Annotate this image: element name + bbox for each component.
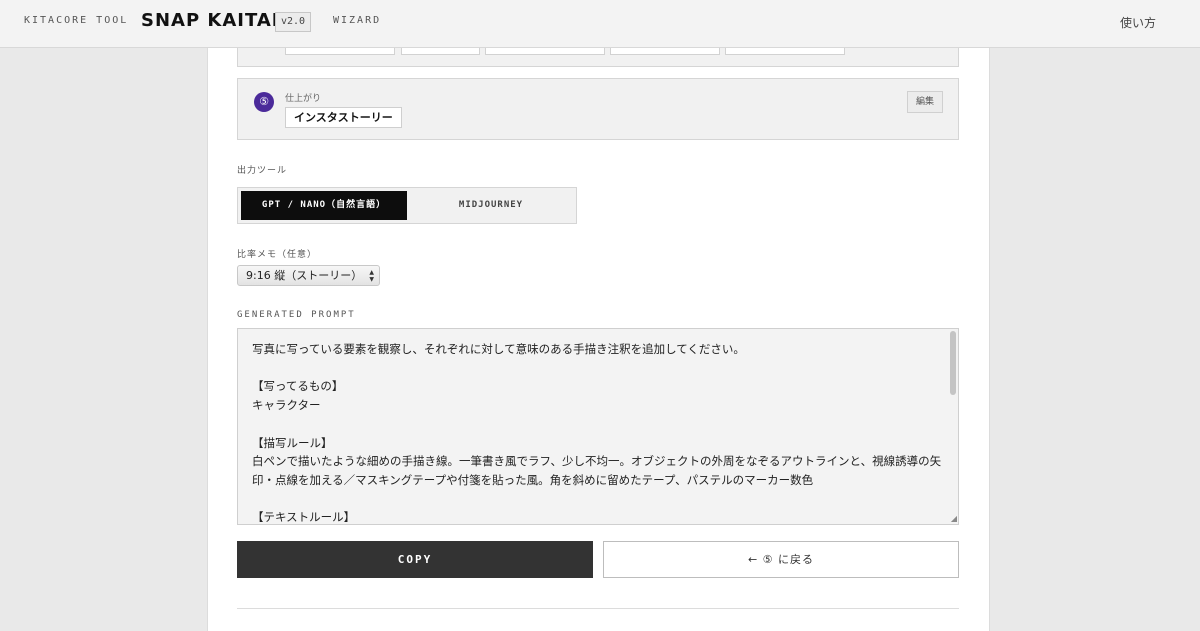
option-midjourney[interactable]: MIDJOURNEY [408,191,574,220]
step-label: 仕上がり [285,94,322,104]
back-to-step5-button[interactable]: ← ⑤ に戻る [603,541,959,578]
prompt-text: 写真に写っている要素を観察し、それぞれに対して意味のある手描き注釈を追加してくだ… [252,342,942,525]
output-tool-label: 出力ツール [237,166,288,176]
copy-button[interactable]: COPY [237,541,593,578]
ratio-selected-value: 9:16 縦（ストーリー） [246,269,363,282]
resize-grip-icon[interactable]: ◢ [951,515,957,523]
step5-card: ⑤ 仕上がり インスタストーリー 編集 [237,78,959,140]
prompt-textarea[interactable]: 写真に写っている要素を観察し、それぞれに対して意味のある手描き注釈を追加してくだ… [237,328,959,525]
ratio-select[interactable]: 9:16 縦（ストーリー） ▲ ▼ [237,265,380,286]
step-value-chip: インスタストーリー [285,107,402,128]
ratio-label: 比率メモ（任意） [237,250,318,260]
how-to-link[interactable]: 使い方 [1120,14,1156,31]
brand-subtitle: KITACORE TOOL [24,15,129,26]
edit-button[interactable]: 編集 [907,91,943,113]
select-arrows-icon: ▲ ▼ [369,269,374,283]
top-bar: KITACORE TOOL SNAP KAITARO v2.0 WIZARD 使… [0,0,1200,48]
version-badge: v2.0 [275,12,311,32]
wizard-label: WIZARD [333,15,382,26]
generated-prompt-label: GENERATED PROMPT [237,310,356,320]
divider [237,608,959,609]
scrollbar-thumb[interactable] [950,331,956,395]
option-gpt-nano[interactable]: GPT / NANO（自然言語） [241,191,407,220]
step-number-badge: ⑤ [254,92,274,112]
output-tool-toggle: GPT / NANO（自然言語） MIDJOURNEY [237,187,577,224]
